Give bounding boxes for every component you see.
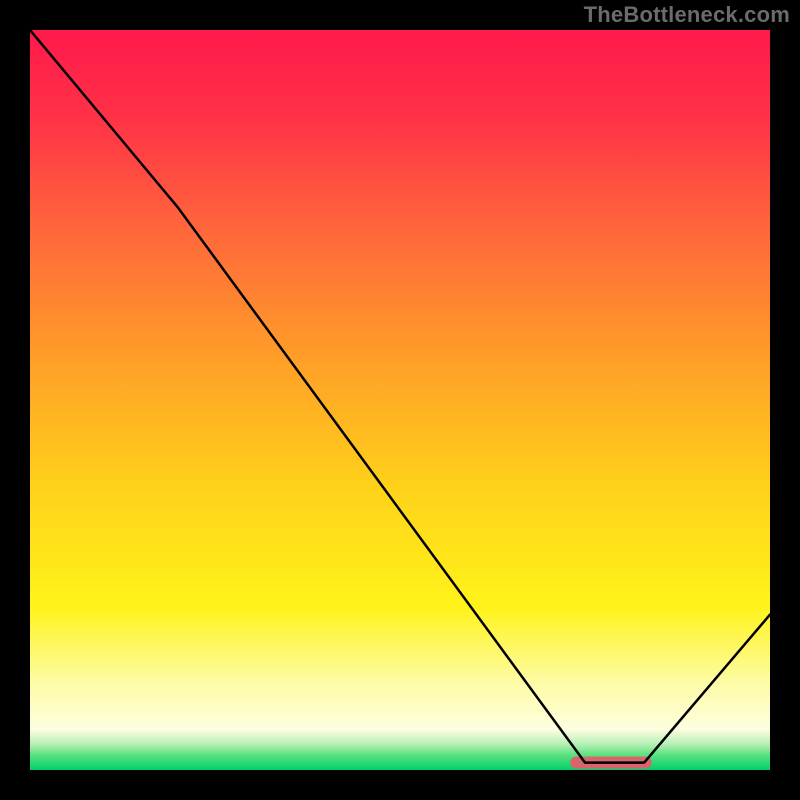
plot-area [30, 30, 770, 770]
chart-background [30, 30, 770, 770]
watermark-text: TheBottleneck.com [584, 2, 790, 28]
chart-frame: TheBottleneck.com [0, 0, 800, 800]
chart-svg [30, 30, 770, 770]
